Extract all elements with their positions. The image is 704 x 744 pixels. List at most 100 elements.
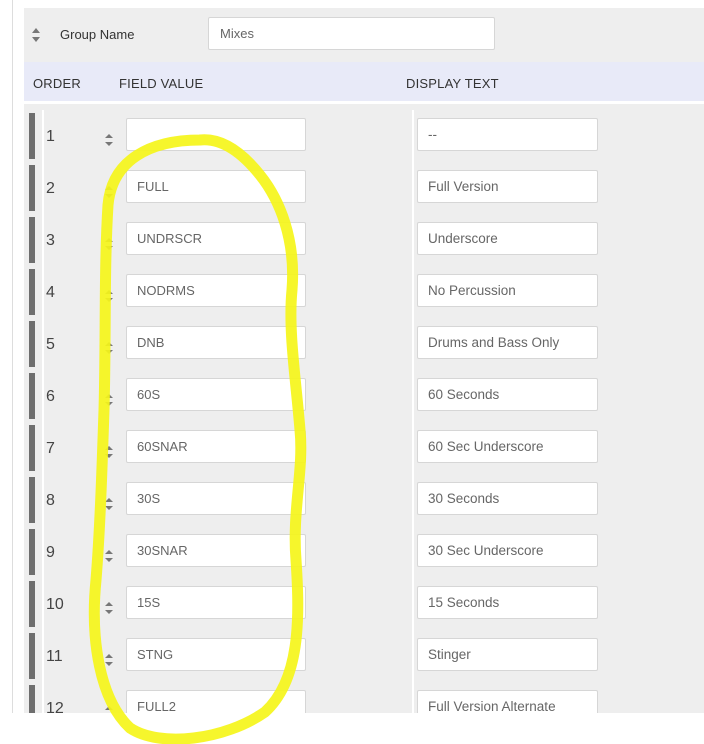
drag-handle[interactable] — [29, 477, 35, 523]
field-value-input[interactable] — [126, 274, 306, 307]
display-text-input[interactable] — [417, 586, 598, 619]
row-order-number: 11 — [46, 648, 63, 665]
row-order-number: 8 — [46, 492, 55, 509]
table-row: 9 — [24, 526, 704, 578]
sort-arrows-icon[interactable] — [105, 290, 113, 302]
sort-arrows-icon[interactable] — [105, 238, 113, 250]
sort-arrows-icon[interactable] — [105, 446, 113, 458]
field-value-input[interactable] — [126, 378, 306, 411]
sort-arrows-icon[interactable] — [105, 134, 113, 146]
divider — [412, 630, 414, 682]
group-name-label: Group Name — [60, 27, 135, 42]
display-text-input[interactable] — [417, 274, 598, 307]
row-order-number: 1 — [46, 128, 55, 145]
drag-handle[interactable] — [29, 633, 35, 679]
sort-arrows-icon[interactable] — [32, 28, 40, 42]
table-row: 5 — [24, 318, 704, 370]
sort-arrows-icon[interactable] — [105, 394, 113, 406]
sort-arrows-icon[interactable] — [105, 550, 113, 562]
drag-handle[interactable] — [29, 113, 35, 159]
drag-handle[interactable] — [29, 581, 35, 627]
row-order-number: 9 — [46, 544, 55, 561]
field-value-column-header: FIELD VALUE — [119, 76, 204, 91]
group-name-input[interactable] — [208, 17, 495, 50]
divider — [42, 630, 44, 682]
field-value-input[interactable] — [126, 170, 306, 203]
table-body: 123456789101112 — [24, 110, 704, 713]
sort-arrows-icon[interactable] — [105, 186, 113, 198]
divider — [42, 318, 44, 370]
divider — [42, 266, 44, 318]
group-name-row: Group Name — [24, 8, 704, 62]
field-value-input[interactable] — [126, 430, 306, 463]
field-value-input[interactable] — [126, 586, 306, 619]
divider — [42, 370, 44, 422]
sort-arrows-icon[interactable] — [105, 498, 113, 510]
order-column-header: ORDER — [33, 76, 81, 91]
table-row: 11 — [24, 630, 704, 682]
drag-handle[interactable] — [29, 165, 35, 211]
divider — [412, 266, 414, 318]
drag-handle[interactable] — [29, 217, 35, 263]
divider — [42, 682, 44, 713]
row-order-number: 2 — [46, 180, 55, 197]
display-text-input[interactable] — [417, 170, 598, 203]
row-order-number: 4 — [46, 284, 55, 301]
sort-arrows-icon[interactable] — [105, 342, 113, 354]
divider — [412, 318, 414, 370]
drag-handle[interactable] — [29, 269, 35, 315]
sort-arrows-icon[interactable] — [105, 602, 113, 614]
display-text-input[interactable] — [417, 534, 598, 567]
table-row: 6 — [24, 370, 704, 422]
display-text-input[interactable] — [417, 222, 598, 255]
table-row: 8 — [24, 474, 704, 526]
display-text-input[interactable] — [417, 638, 598, 671]
row-order-number: 12 — [46, 700, 64, 713]
divider — [42, 526, 44, 578]
row-order-number: 7 — [46, 440, 55, 457]
field-group-panel: Group Name ORDER FIELD VALUE DISPLAY TEX… — [24, 8, 704, 713]
divider — [412, 682, 414, 713]
row-order-number: 3 — [46, 232, 55, 249]
field-value-input[interactable] — [126, 118, 306, 151]
table-header: ORDER FIELD VALUE DISPLAY TEXT — [24, 62, 704, 104]
divider — [412, 422, 414, 474]
display-text-input[interactable] — [417, 430, 598, 463]
table-row: 2 — [24, 162, 704, 214]
divider — [42, 578, 44, 630]
table-row: 1 — [24, 110, 704, 162]
divider — [412, 370, 414, 422]
row-order-number: 10 — [46, 596, 64, 613]
display-text-input[interactable] — [417, 378, 598, 411]
drag-handle[interactable] — [29, 529, 35, 575]
sort-arrows-icon[interactable] — [105, 654, 113, 666]
field-value-input[interactable] — [126, 638, 306, 671]
drag-handle[interactable] — [29, 373, 35, 419]
divider — [412, 110, 414, 162]
divider — [412, 474, 414, 526]
drag-handle[interactable] — [29, 321, 35, 367]
field-value-input[interactable] — [126, 690, 306, 713]
field-value-input[interactable] — [126, 222, 306, 255]
divider — [42, 162, 44, 214]
divider — [412, 526, 414, 578]
field-value-input[interactable] — [126, 534, 306, 567]
drag-handle[interactable] — [29, 425, 35, 471]
display-text-input[interactable] — [417, 690, 598, 713]
divider — [42, 422, 44, 474]
divider — [42, 110, 44, 162]
display-text-input[interactable] — [417, 326, 598, 359]
row-order-number: 5 — [46, 336, 55, 353]
table-row: 7 — [24, 422, 704, 474]
display-text-input[interactable] — [417, 118, 598, 151]
table-row: 12 — [24, 682, 704, 713]
divider — [412, 162, 414, 214]
sort-arrows-icon[interactable] — [105, 706, 113, 713]
field-value-input[interactable] — [126, 482, 306, 515]
display-text-column-header: DISPLAY TEXT — [406, 76, 499, 91]
table-row: 4 — [24, 266, 704, 318]
drag-handle[interactable] — [29, 685, 35, 713]
display-text-input[interactable] — [417, 482, 598, 515]
field-value-input[interactable] — [126, 326, 306, 359]
table-row: 3 — [24, 214, 704, 266]
